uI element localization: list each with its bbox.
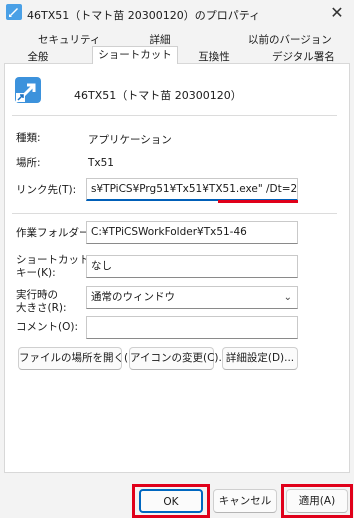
run-label-line1: 実行時の — [16, 289, 58, 301]
cancel-button[interactable]: キャンセル — [213, 489, 277, 513]
highlight-box-apply — [281, 484, 353, 518]
title-bar: 46TX51（トマト苗 20300120）のプロパティ ✕ — [0, 0, 354, 28]
run-label-line2: 大きさ(R): — [16, 302, 67, 314]
window-title: 46TX51（トマト苗 20300120）のプロパティ — [27, 9, 261, 22]
tab-security[interactable]: セキュリティ — [38, 33, 100, 48]
startin-input[interactable]: C:¥TPiCSWorkFolder¥Tx51-46 — [86, 221, 298, 244]
change-icon-button[interactable]: アイコンの変更(C)... — [129, 347, 229, 370]
open-location-button[interactable]: ファイルの場所を開く(F) — [18, 347, 138, 370]
shortcut-arrow-icon — [15, 77, 41, 103]
highlight-underline — [218, 200, 298, 203]
shortcutkey-label-line2: キー(K): — [16, 267, 56, 279]
comment-label: コメント(O): — [16, 321, 78, 333]
shortcutkey-label-line1: ショートカット — [16, 254, 90, 266]
separator — [12, 213, 337, 214]
app-shortcut-icon — [6, 4, 22, 20]
shortcutkey-label: ショートカット キー(K): — [16, 254, 90, 280]
type-value: アプリケーション — [88, 134, 172, 146]
shortcutkey-input[interactable]: なし — [86, 255, 298, 278]
type-label: 種類: — [16, 132, 41, 144]
location-label: 場所: — [16, 157, 41, 169]
close-icon[interactable]: ✕ — [322, 1, 352, 25]
location-value: Tx51 — [88, 157, 114, 169]
comment-input[interactable] — [86, 316, 298, 339]
tab-shortcut[interactable]: ショートカット — [92, 46, 178, 64]
run-select-value: 通常のウィンドウ — [91, 291, 175, 303]
target-label: リンク先(T): — [16, 184, 77, 196]
separator — [12, 115, 337, 116]
advanced-button[interactable]: 詳細設定(D)... — [222, 347, 298, 370]
tab-previous-versions[interactable]: 以前のバージョン — [248, 33, 332, 48]
target-input[interactable]: s¥TPiCS¥Prg51¥Tx51¥TX51.exe" /Dt=2030/01… — [86, 178, 298, 201]
shortcut-name: 46TX51（トマト苗 20300120） — [74, 89, 242, 102]
run-select[interactable]: 通常のウィンドウ ⌄ — [86, 286, 298, 309]
chevron-down-icon: ⌄ — [283, 292, 292, 303]
run-label: 実行時の 大きさ(R): — [16, 289, 67, 315]
highlight-box-ok — [132, 484, 210, 518]
